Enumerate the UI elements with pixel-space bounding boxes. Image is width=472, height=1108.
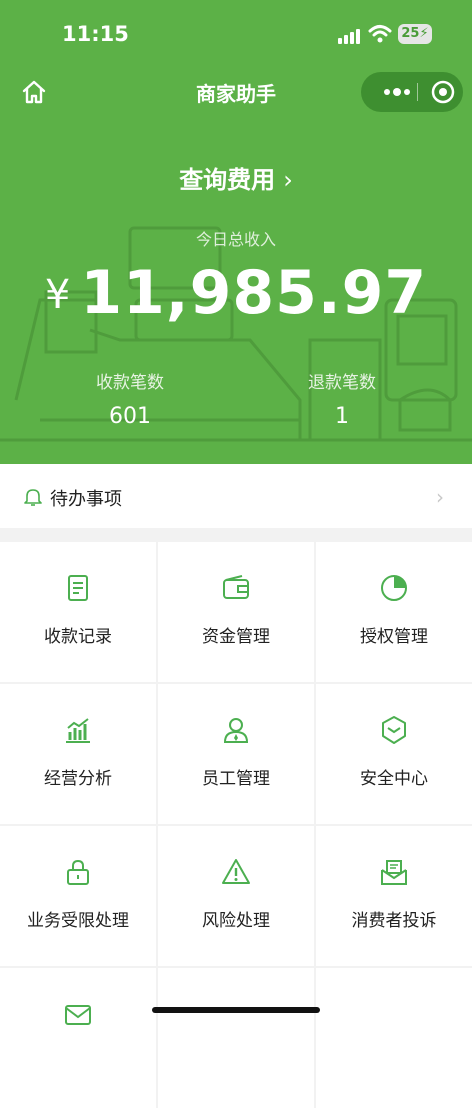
- currency-symbol: ¥: [44, 272, 71, 318]
- receipt-icon: [68, 575, 88, 601]
- menu-label: 安全中心: [360, 769, 428, 789]
- pie-chart-icon: [381, 575, 407, 601]
- menu-label: 员工管理: [202, 769, 270, 789]
- refunds-count-value[interactable]: 1: [242, 404, 442, 429]
- menu-label: 资金管理: [202, 627, 270, 647]
- battery-indicator: 25⚡: [398, 24, 432, 44]
- menu-label: 风险处理: [202, 911, 270, 931]
- menu-label: 收款记录: [44, 627, 112, 647]
- menu-item-authorization-management[interactable]: 授权管理: [316, 542, 472, 682]
- chevron-right-icon: ›: [283, 166, 293, 194]
- menu-item-messages[interactable]: [0, 968, 156, 1108]
- more-dots-icon[interactable]: [375, 72, 419, 112]
- wallet-icon: [223, 575, 249, 599]
- signal-icon: [338, 28, 360, 44]
- income-value: 11,985.97: [80, 258, 428, 328]
- today-income-amount: ¥11,985.97: [0, 258, 472, 328]
- menu-label: 业务受限处理: [27, 911, 129, 931]
- menu-empty-cell: [158, 968, 314, 1108]
- refunds-count-label: 退款笔数: [308, 373, 376, 393]
- menu-label: 消费者投诉: [351, 911, 437, 931]
- menu-item-business-restriction[interactable]: 业务受限处理: [0, 826, 156, 966]
- envelope-icon: [65, 1005, 91, 1025]
- receipts-count-label: 收款笔数: [96, 373, 164, 393]
- status-bar: 11:15 25⚡: [0, 0, 472, 70]
- menu-item-funds-management[interactable]: 资金管理: [158, 542, 314, 682]
- todo-row[interactable]: 待办事项 ›: [0, 464, 472, 528]
- menu-item-consumer-complaints[interactable]: 消费者投诉: [316, 826, 472, 966]
- query-fees-link[interactable]: 查询费用 ›: [0, 160, 472, 195]
- todo-label: 待办事项: [50, 489, 122, 510]
- status-time: 11:15: [62, 22, 129, 46]
- target-icon[interactable]: [423, 72, 463, 112]
- chevron-right-icon: ›: [436, 485, 444, 509]
- menu-label: 经营分析: [44, 769, 112, 789]
- menu-label: 授权管理: [360, 627, 428, 647]
- summary-header: 11:15 25⚡ 商家助手 查询费用 › 今日总收入 ¥11,985.97 收款…: [0, 0, 472, 464]
- home-indicator[interactable]: [152, 1007, 320, 1013]
- menu-item-security-center[interactable]: 安全中心: [316, 684, 472, 824]
- menu-item-risk-handling[interactable]: 风险处理: [158, 826, 314, 966]
- capsule-divider: [417, 83, 418, 101]
- menu-item-business-analysis[interactable]: 经营分析: [0, 684, 156, 824]
- wifi-icon: [368, 25, 392, 43]
- warning-icon: [222, 859, 250, 884]
- receipts-count-value[interactable]: 601: [30, 404, 230, 429]
- menu-empty-cell: [316, 968, 472, 1108]
- complaint-mail-icon: [381, 860, 407, 885]
- battery-level: 25: [401, 26, 420, 41]
- function-grid: 收款记录 资金管理 授权管理 经营分析 员工管理 安全中心 业务受限处理 风险处…: [0, 542, 472, 1108]
- query-fees-label: 查询费用: [179, 166, 276, 194]
- bell-icon: [24, 489, 42, 506]
- person-icon: [223, 718, 249, 743]
- menu-item-staff-management[interactable]: 员工管理: [158, 684, 314, 824]
- mini-program-capsule: [361, 72, 463, 112]
- shield-icon: [382, 716, 406, 744]
- lock-icon: [67, 859, 89, 885]
- bar-chart-icon: [66, 718, 90, 743]
- menu-item-collection-records[interactable]: 收款记录: [0, 542, 156, 682]
- today-income-label: 今日总收入: [195, 230, 276, 249]
